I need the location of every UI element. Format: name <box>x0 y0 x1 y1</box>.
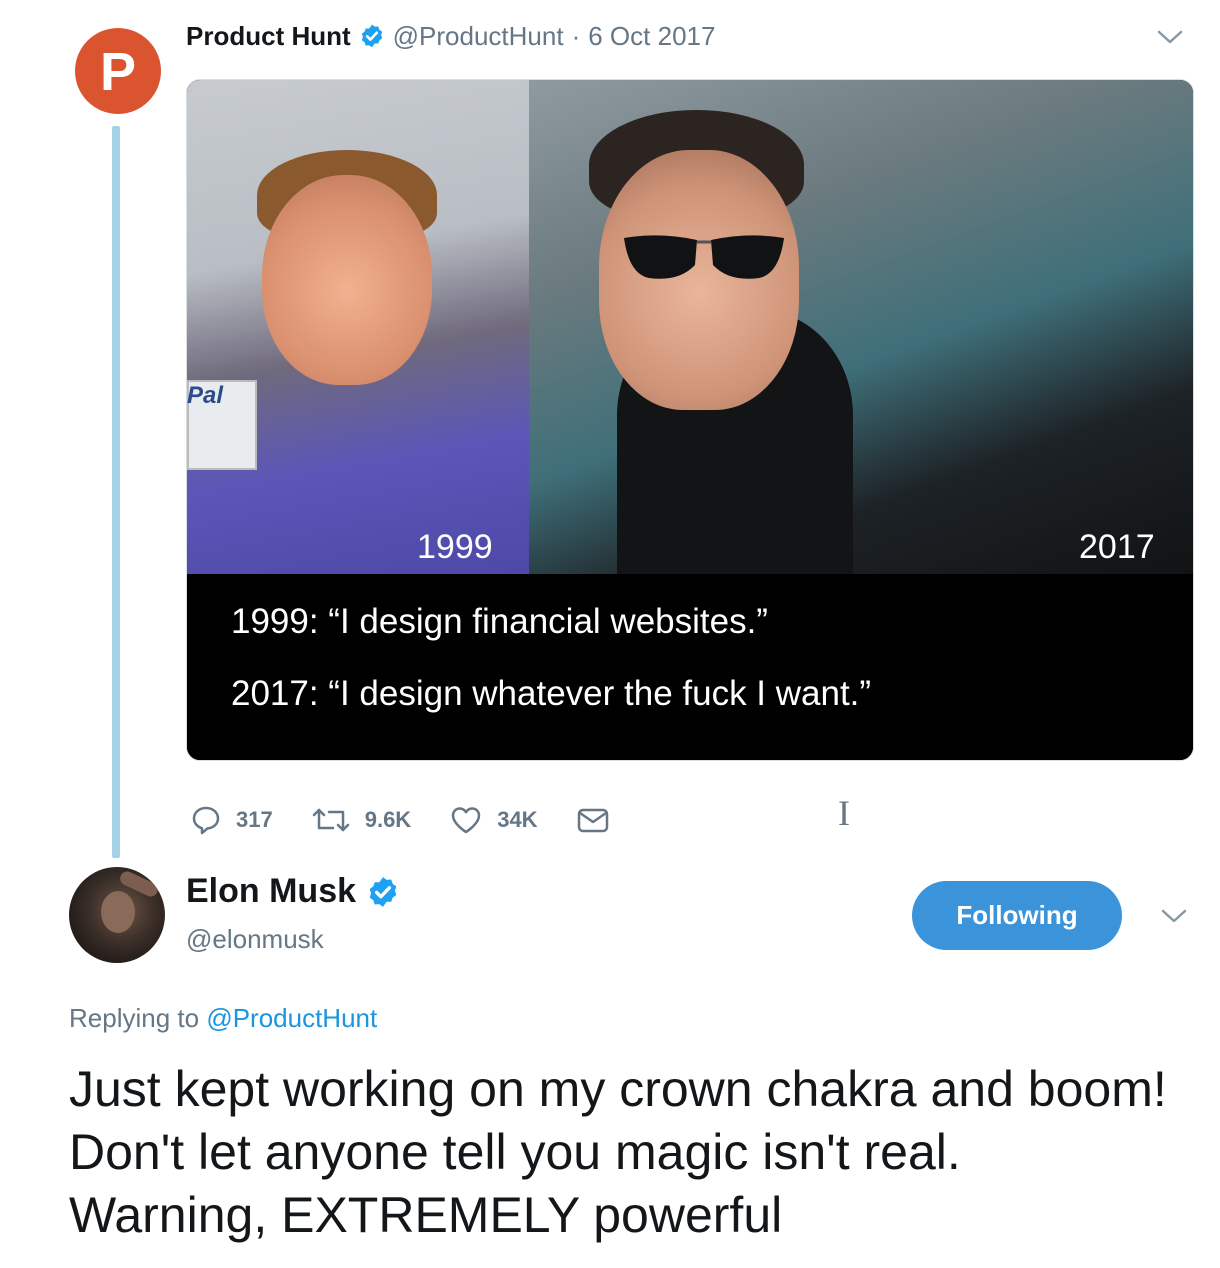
year-label-right: 2017 <box>1079 528 1155 566</box>
retweet-icon <box>312 808 349 832</box>
tweet-media-image[interactable]: Pal 1999 2017 1999: “I design financial … <box>186 79 1194 761</box>
replying-to-link[interactable]: @ProductHunt <box>206 1003 377 1033</box>
author-handle[interactable]: @ProductHunt <box>393 21 564 52</box>
product-hunt-avatar[interactable]: P <box>75 28 161 114</box>
reply-button[interactable]: 317 <box>190 804 273 836</box>
reply-author-handle[interactable]: @elonmusk <box>186 924 324 955</box>
reply-author-row: Elon Musk <box>186 872 408 911</box>
year-label-left: 1999 <box>417 528 493 566</box>
chevron-down-icon[interactable] <box>1156 28 1184 46</box>
header-separator: · <box>571 20 581 51</box>
retweet-count: 9.6K <box>364 807 412 832</box>
photo-2017 <box>529 80 1193 574</box>
thread-line <box>112 126 120 858</box>
reply-count: 317 <box>236 807 273 832</box>
verified-badge-icon <box>369 876 397 907</box>
avatar-letter: P <box>99 42 137 102</box>
original-tweet-header: Product Hunt @ProductHunt · 6 Oct 2017 <box>186 18 715 54</box>
text-cursor-icon: I <box>838 793 850 833</box>
like-count: 34K <box>497 807 538 832</box>
replying-to-line: Replying to @ProductHunt <box>69 1003 377 1034</box>
reply-tweet-text: Just kept working on my crown chakra and… <box>69 1061 1167 1243</box>
sunglasses-shape <box>624 235 784 279</box>
tweet-date[interactable]: 6 Oct 2017 <box>588 21 715 52</box>
retweet-button[interactable]: 9.6K <box>311 804 411 836</box>
direct-message-button[interactable] <box>576 805 624 835</box>
chevron-down-icon[interactable] <box>1160 907 1188 925</box>
caption-band: 1999: “I design financial websites.” 201… <box>187 574 1193 760</box>
face-shape <box>262 175 432 385</box>
like-button[interactable]: 34K <box>449 804 538 836</box>
author-name[interactable]: Product Hunt <box>186 21 351 52</box>
tweet-actions: 317 9.6K 34K <box>190 798 662 842</box>
reply-author-name[interactable]: Elon Musk <box>186 872 356 911</box>
like-icon <box>451 807 481 834</box>
message-icon <box>577 808 608 833</box>
photo-1999: Pal <box>187 80 529 574</box>
following-button[interactable]: Following <box>912 881 1122 950</box>
avatar-face-shape <box>101 891 135 933</box>
caption-line-2: 2017: “I design whatever the fuck I want… <box>231 674 872 713</box>
verified-badge-icon <box>361 24 382 48</box>
sign-text: Pal <box>187 382 224 409</box>
elon-musk-avatar[interactable] <box>69 867 165 963</box>
caption-line-1: 1999: “I design financial websites.” <box>231 602 768 641</box>
reply-icon <box>192 806 220 835</box>
replying-prefix: Replying to <box>69 1003 207 1033</box>
